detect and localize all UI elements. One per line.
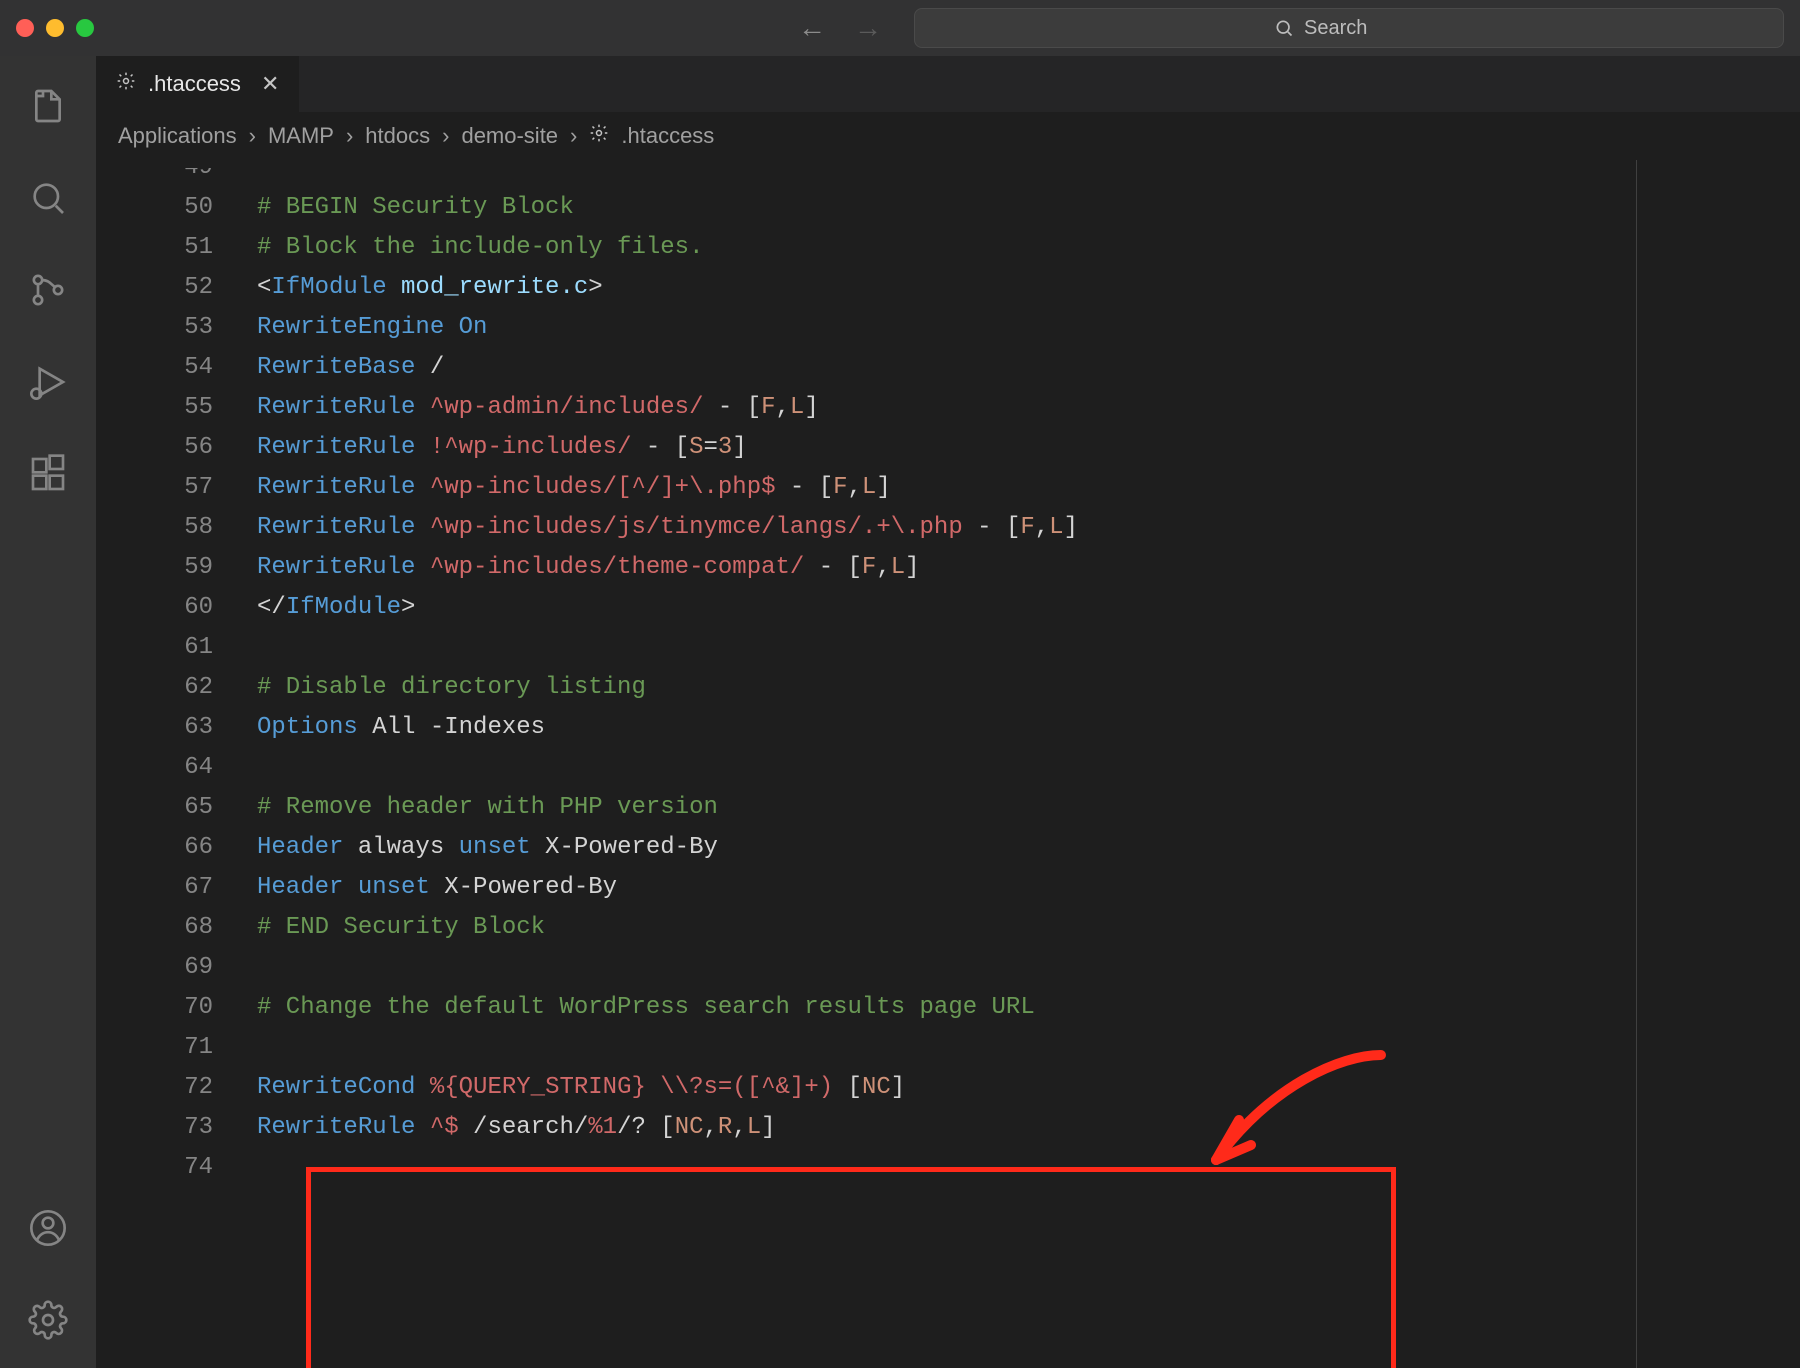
line-number: 58 <box>96 508 213 548</box>
nav-back-button[interactable]: ← <box>798 12 826 44</box>
code-line[interactable]: # Remove header with PHP version <box>257 788 1800 828</box>
code-line[interactable] <box>257 628 1800 668</box>
search-icon <box>1274 18 1294 38</box>
code-line[interactable]: Header unset X-Powered-By <box>257 868 1800 908</box>
line-number: 73 <box>96 1108 213 1148</box>
code-line[interactable]: # END Security Block <box>257 908 1800 948</box>
code-line[interactable]: Options All -Indexes <box>257 708 1800 748</box>
chevron-right-icon: › <box>249 123 256 149</box>
code-line[interactable]: # Disable directory listing <box>257 668 1800 708</box>
code-line[interactable]: # Block the include-only files. <box>257 228 1800 268</box>
code-line[interactable]: RewriteRule ^wp-includes/js/tinymce/lang… <box>257 508 1800 548</box>
line-number: 71 <box>96 1028 213 1068</box>
tab-close-icon[interactable]: ✕ <box>261 71 279 97</box>
code-line[interactable]: Header always unset X-Powered-By <box>257 828 1800 868</box>
breadcrumbs[interactable]: Applications › MAMP › htdocs › demo-site… <box>96 112 1800 160</box>
breadcrumb-segment[interactable]: .htaccess <box>621 123 714 149</box>
line-number: 51 <box>96 228 213 268</box>
code-line[interactable]: RewriteRule ^$ /search/%1/? [NC,R,L] <box>257 1108 1800 1148</box>
nav-arrows: ← → <box>798 12 882 44</box>
line-number: 62 <box>96 668 213 708</box>
line-number: 49 <box>96 168 213 188</box>
editor-tab-htaccess[interactable]: .htaccess ✕ <box>96 56 300 112</box>
line-number: 57 <box>96 468 213 508</box>
code-line[interactable]: <IfModule mod_rewrite.c> <box>257 268 1800 308</box>
code-editor[interactable]: 4950515253545556575859606162636465666768… <box>96 160 1800 1368</box>
line-number: 63 <box>96 708 213 748</box>
line-number: 74 <box>96 1148 213 1188</box>
line-number: 67 <box>96 868 213 908</box>
code-line[interactable]: RewriteCond %{QUERY_STRING} \\?s=([^&]+)… <box>257 1068 1800 1108</box>
accounts-icon[interactable] <box>26 1206 70 1250</box>
line-number: 50 <box>96 188 213 228</box>
minimize-window-button[interactable] <box>46 19 64 37</box>
activity-bar <box>0 56 96 1368</box>
breadcrumb-segment[interactable]: MAMP <box>268 123 334 149</box>
tab-filename: .htaccess <box>148 71 241 97</box>
line-number: 66 <box>96 828 213 868</box>
extensions-icon[interactable] <box>26 452 70 496</box>
window-controls <box>16 19 94 37</box>
code-line[interactable]: RewriteRule ^wp-admin/includes/ - [F,L] <box>257 388 1800 428</box>
code-line[interactable] <box>257 748 1800 788</box>
code-line[interactable]: RewriteRule ^wp-includes/[^/]+\.php$ - [… <box>257 468 1800 508</box>
search-input[interactable] <box>1304 17 1424 40</box>
line-number: 60 <box>96 588 213 628</box>
settings-gear-icon[interactable] <box>26 1298 70 1342</box>
maximize-window-button[interactable] <box>76 19 94 37</box>
breadcrumb-segment[interactable]: htdocs <box>365 123 430 149</box>
code-line[interactable] <box>257 948 1800 988</box>
code-content[interactable]: # BEGIN Security Block# Block the includ… <box>241 160 1800 1368</box>
line-number: 69 <box>96 948 213 988</box>
run-debug-icon[interactable] <box>26 360 70 404</box>
file-type-gear-icon <box>116 71 136 97</box>
breadcrumb-segment[interactable]: demo-site <box>461 123 558 149</box>
code-line[interactable]: RewriteRule !^wp-includes/ - [S=3] <box>257 428 1800 468</box>
editor-area: .htaccess ✕ Applications › MAMP › htdocs… <box>96 56 1800 1368</box>
close-window-button[interactable] <box>16 19 34 37</box>
line-number: 59 <box>96 548 213 588</box>
line-number: 55 <box>96 388 213 428</box>
line-number: 72 <box>96 1068 213 1108</box>
line-number: 70 <box>96 988 213 1028</box>
code-line[interactable]: RewriteRule ^wp-includes/theme-compat/ -… <box>257 548 1800 588</box>
command-center-search[interactable] <box>914 8 1784 48</box>
main-row: .htaccess ✕ Applications › MAMP › htdocs… <box>0 56 1800 1368</box>
tab-bar: .htaccess ✕ <box>96 56 1800 112</box>
line-number: 53 <box>96 308 213 348</box>
line-number: 54 <box>96 348 213 388</box>
code-line[interactable] <box>257 1028 1800 1068</box>
code-line[interactable] <box>257 168 1800 188</box>
code-line[interactable] <box>257 1148 1800 1188</box>
code-line[interactable]: RewriteEngine On <box>257 308 1800 348</box>
line-number: 65 <box>96 788 213 828</box>
code-line[interactable]: # Change the default WordPress search re… <box>257 988 1800 1028</box>
line-number-gutter: 4950515253545556575859606162636465666768… <box>96 160 241 1368</box>
explorer-icon[interactable] <box>26 84 70 128</box>
source-control-icon[interactable] <box>26 268 70 312</box>
search-activity-icon[interactable] <box>26 176 70 220</box>
chevron-right-icon: › <box>346 123 353 149</box>
titlebar: ← → <box>0 0 1800 56</box>
line-number: 52 <box>96 268 213 308</box>
line-number: 56 <box>96 428 213 468</box>
breadcrumb-segment[interactable]: Applications <box>118 123 237 149</box>
code-line[interactable]: RewriteBase / <box>257 348 1800 388</box>
file-type-gear-icon <box>589 123 609 149</box>
line-number: 64 <box>96 748 213 788</box>
code-line[interactable]: # BEGIN Security Block <box>257 188 1800 228</box>
nav-forward-button[interactable]: → <box>854 12 882 44</box>
line-number: 68 <box>96 908 213 948</box>
code-line[interactable]: </IfModule> <box>257 588 1800 628</box>
chevron-right-icon: › <box>570 123 577 149</box>
line-number: 61 <box>96 628 213 668</box>
chevron-right-icon: › <box>442 123 449 149</box>
